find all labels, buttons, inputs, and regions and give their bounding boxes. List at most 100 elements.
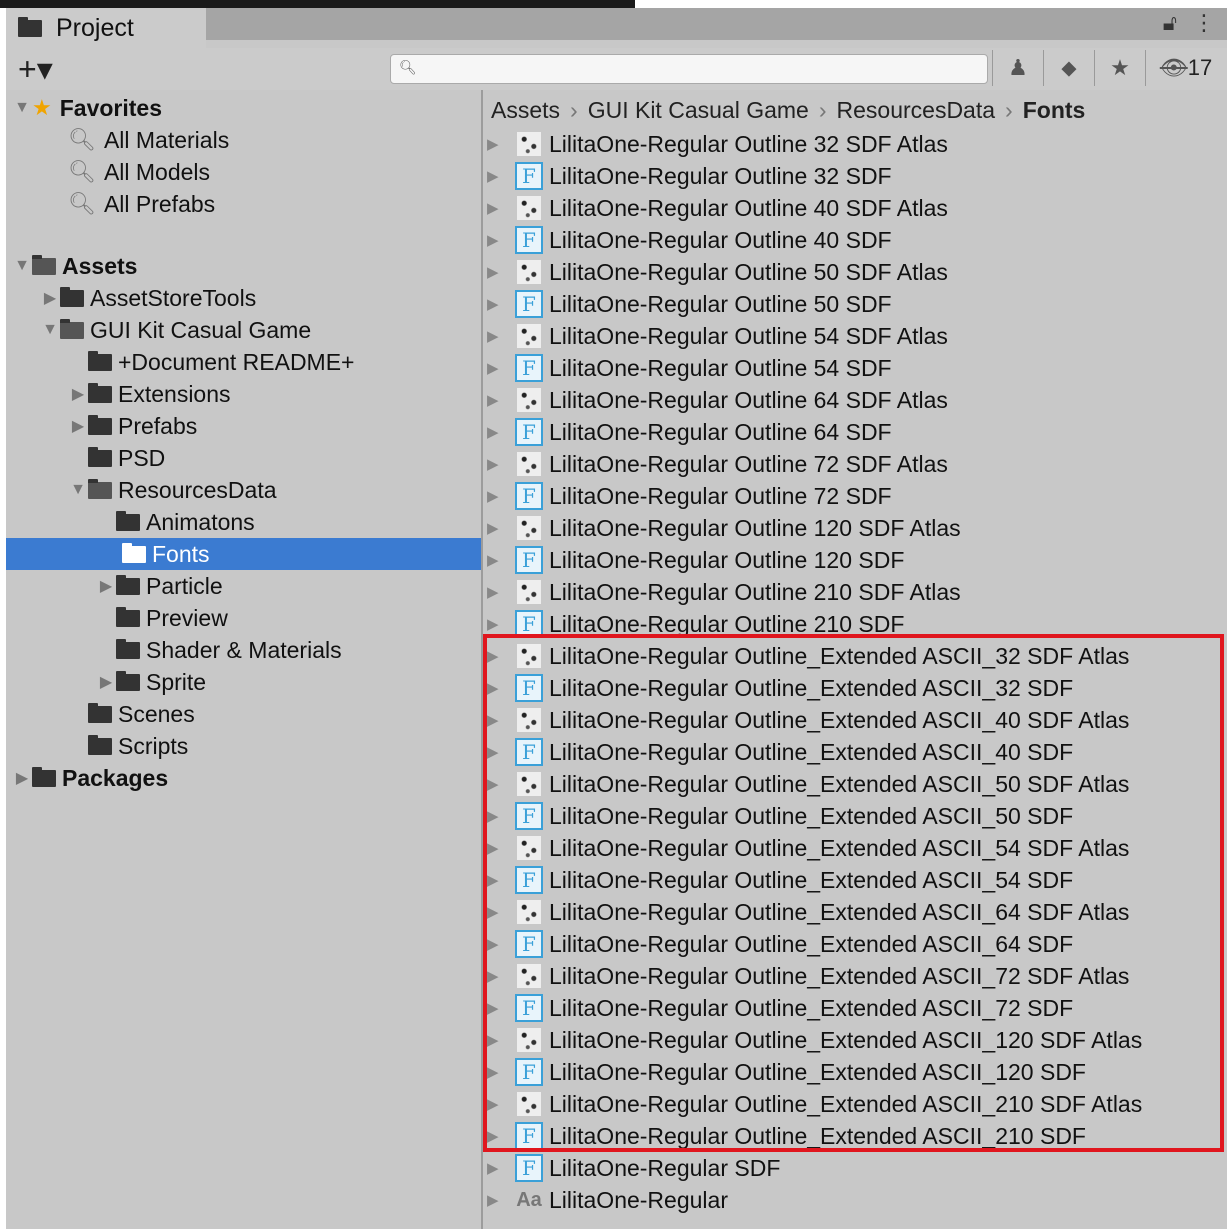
asset-list-item[interactable]: ▶ Aa LilitaOne-Regular: [483, 1184, 1227, 1216]
expand-arrow-icon[interactable]: ▶: [483, 807, 513, 825]
expand-arrow-icon[interactable]: ▶: [483, 423, 513, 441]
asset-list-item[interactable]: ▶ LilitaOne-Regular Outline_Extended ASCI…: [483, 960, 1227, 992]
asset-list-item[interactable]: ▶ LilitaOne-Regular Outline_Extended ASCI…: [483, 768, 1227, 800]
expand-arrow-icon[interactable]: ▶: [483, 135, 513, 153]
expand-arrow-icon[interactable]: ▶: [483, 711, 513, 729]
collapse-arrow-icon[interactable]: ▶: [68, 384, 88, 404]
tree-favorites[interactable]: ▼ ★ Favorites: [12, 92, 162, 124]
tree-favorite-all-materials[interactable]: 🔍︎ All Materials: [68, 124, 229, 156]
expand-arrow-icon[interactable]: ▶: [483, 1191, 513, 1209]
search-input[interactable]: 🔍︎: [390, 54, 988, 84]
asset-list-item[interactable]: ▶ F LilitaOne-Regular Outline_Extended ASC…: [483, 864, 1227, 896]
expand-arrow-icon[interactable]: ▶: [483, 935, 513, 953]
asset-list-item[interactable]: ▶ F LilitaOne-Regular Outline_Extended ASC…: [483, 800, 1227, 832]
expand-arrow-icon[interactable]: ▶: [483, 391, 513, 409]
search-by-type-button[interactable]: ♟: [992, 50, 1043, 86]
expand-arrow-icon[interactable]: ▶: [483, 519, 513, 537]
asset-list-item[interactable]: ▶ F LilitaOne-Regular Outline_Extended ASC…: [483, 1120, 1227, 1152]
tree-shader-materials[interactable]: Shader & Materials: [116, 634, 342, 666]
tree-assets[interactable]: ▼ Assets: [12, 250, 137, 282]
collapse-arrow-icon[interactable]: ▶: [68, 416, 88, 436]
breadcrumb-assets[interactable]: Assets: [491, 97, 560, 124]
expand-arrow-icon[interactable]: ▶: [483, 1159, 513, 1177]
asset-list-item[interactable]: ▶ F LilitaOne-Regular Outline_Extended ASC…: [483, 928, 1227, 960]
expand-arrow-icon[interactable]: ▶: [483, 839, 513, 857]
expand-arrow-icon[interactable]: ▶: [483, 1063, 513, 1081]
collapse-arrow-icon[interactable]: ▶: [12, 768, 32, 788]
tree-sprite[interactable]: ▶ Sprite: [96, 666, 206, 698]
asset-list-item[interactable]: ▶ LilitaOne-Regular Outline 50 SDF Atlas: [483, 256, 1227, 288]
asset-list-item[interactable]: ▶ F LilitaOne-Regular Outline_Extended ASC…: [483, 672, 1227, 704]
asset-list-item[interactable]: ▶ LilitaOne-Regular Outline_Extended ASCI…: [483, 640, 1227, 672]
expand-arrow-icon[interactable]: ▶: [483, 1031, 513, 1049]
asset-list-item[interactable]: ▶ F LilitaOne-Regular Outline 72 SDF: [483, 480, 1227, 512]
asset-list-item[interactable]: ▶ F LilitaOne-Regular Outline_Extended ASC…: [483, 736, 1227, 768]
asset-list-item[interactable]: ▶ F LilitaOne-Regular Outline_Extended ASC…: [483, 992, 1227, 1024]
expand-arrow-icon[interactable]: ▼: [68, 481, 88, 499]
expand-arrow-icon[interactable]: ▶: [483, 775, 513, 793]
collapse-arrow-icon[interactable]: ▶: [40, 288, 60, 308]
tree-favorite-all-prefabs[interactable]: 🔍︎ All Prefabs: [68, 188, 215, 220]
tree-scenes[interactable]: Scenes: [88, 698, 195, 730]
asset-list-item[interactable]: ▶ F LilitaOne-Regular Outline_Extended ASC…: [483, 1056, 1227, 1088]
collapse-arrow-icon[interactable]: ▶: [96, 672, 116, 692]
asset-list-item[interactable]: ▶ LilitaOne-Regular Outline_Extended ASCI…: [483, 704, 1227, 736]
tab-project[interactable]: Project: [6, 8, 206, 48]
asset-list-item[interactable]: ▶ F LilitaOne-Regular Outline 50 SDF: [483, 288, 1227, 320]
expand-arrow-icon[interactable]: ▶: [483, 231, 513, 249]
save-search-button[interactable]: ★: [1094, 50, 1145, 86]
expand-arrow-icon[interactable]: ▶: [483, 647, 513, 665]
expand-arrow-icon[interactable]: ▶: [483, 263, 513, 281]
asset-list-item[interactable]: ▶ F LilitaOne-Regular Outline 210 SDF: [483, 608, 1227, 640]
asset-list-item[interactable]: ▶ F LilitaOne-Regular Outline 40 SDF: [483, 224, 1227, 256]
expand-arrow-icon[interactable]: ▶: [483, 551, 513, 569]
asset-list-item[interactable]: ▶ F LilitaOne-Regular Outline 120 SDF: [483, 544, 1227, 576]
expand-arrow-icon[interactable]: ▶: [483, 967, 513, 985]
search-by-label-button[interactable]: ⬥: [1043, 50, 1094, 86]
tree-psd[interactable]: PSD: [88, 442, 165, 474]
lock-icon[interactable]: 🔓︎: [1163, 10, 1177, 36]
asset-list-item[interactable]: ▶ LilitaOne-Regular Outline_Extended ASCI…: [483, 1088, 1227, 1120]
kebab-menu-icon[interactable]: ⋮: [1193, 10, 1215, 36]
expand-arrow-icon[interactable]: ▶: [483, 679, 513, 697]
tree-asset-store-tools[interactable]: ▶ AssetStoreTools: [40, 282, 256, 314]
tree-favorite-all-models[interactable]: 🔍︎ All Models: [68, 156, 210, 188]
asset-list-item[interactable]: ▶ LilitaOne-Regular Outline_Extended ASCI…: [483, 1024, 1227, 1056]
tree-prefabs[interactable]: ▶ Prefabs: [68, 410, 197, 442]
tree-preview[interactable]: Preview: [116, 602, 228, 634]
expand-arrow-icon[interactable]: ▶: [483, 615, 513, 633]
tree-fonts[interactable]: Fonts: [6, 538, 481, 570]
tree-particle[interactable]: ▶ Particle: [96, 570, 223, 602]
expand-arrow-icon[interactable]: ▶: [483, 743, 513, 761]
collapse-arrow-icon[interactable]: ▶: [96, 576, 116, 596]
tree-animatons[interactable]: Animatons: [116, 506, 255, 538]
expand-arrow-icon[interactable]: ▶: [483, 167, 513, 185]
expand-arrow-icon[interactable]: ▶: [483, 327, 513, 345]
asset-list-item[interactable]: ▶ LilitaOne-Regular Outline 40 SDF Atlas: [483, 192, 1227, 224]
expand-arrow-icon[interactable]: ▶: [483, 295, 513, 313]
expand-arrow-icon[interactable]: ▼: [12, 257, 32, 275]
tree-scripts[interactable]: Scripts: [88, 730, 188, 762]
asset-list-item[interactable]: ▶ LilitaOne-Regular Outline_Extended ASCI…: [483, 832, 1227, 864]
expand-arrow-icon[interactable]: ▶: [483, 583, 513, 601]
expand-arrow-icon[interactable]: ▶: [483, 903, 513, 921]
asset-list-item[interactable]: ▶ F LilitaOne-Regular Outline 54 SDF: [483, 352, 1227, 384]
asset-list-item[interactable]: ▶ LilitaOne-Regular Outline 54 SDF Atlas: [483, 320, 1227, 352]
expand-arrow-icon[interactable]: ▶: [483, 999, 513, 1017]
hidden-packages-button[interactable]: 👁︎ 17: [1145, 50, 1226, 86]
asset-list-item[interactable]: ▶ LilitaOne-Regular Outline_Extended ASCI…: [483, 896, 1227, 928]
expand-arrow-icon[interactable]: ▶: [483, 1127, 513, 1145]
tree-gui-kit[interactable]: ▼ GUI Kit Casual Game: [40, 314, 311, 346]
asset-list-item[interactable]: ▶ LilitaOne-Regular Outline 64 SDF Atlas: [483, 384, 1227, 416]
expand-arrow-icon[interactable]: ▶: [483, 487, 513, 505]
asset-list-item[interactable]: ▶ LilitaOne-Regular Outline 210 SDF Atlas: [483, 576, 1227, 608]
expand-arrow-icon[interactable]: ▼: [12, 99, 32, 117]
breadcrumb-resources-data[interactable]: ResourcesData: [837, 97, 996, 124]
expand-arrow-icon[interactable]: ▼: [40, 321, 60, 339]
expand-arrow-icon[interactable]: ▶: [483, 199, 513, 217]
tree-extensions[interactable]: ▶ Extensions: [68, 378, 231, 410]
breadcrumb-gui-kit[interactable]: GUI Kit Casual Game: [588, 97, 809, 124]
expand-arrow-icon[interactable]: ▶: [483, 359, 513, 377]
expand-arrow-icon[interactable]: ▶: [483, 455, 513, 473]
asset-list-item[interactable]: ▶ LilitaOne-Regular Outline 32 SDF Atlas: [483, 128, 1227, 160]
